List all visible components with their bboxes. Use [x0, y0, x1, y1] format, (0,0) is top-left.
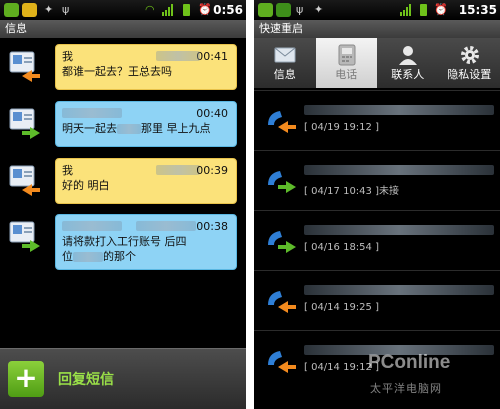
- message-text: 请将款打入工行账号 后四: [62, 235, 187, 248]
- usb-icon: ψ: [296, 3, 304, 16]
- alarm-icon: ⏰: [198, 3, 212, 16]
- android-icon: ✦: [44, 3, 54, 16]
- wifi-icon: ◠: [145, 3, 155, 16]
- watermark-brand: PConline: [368, 352, 451, 373]
- message-bubble: 00:38 请将款打入工行账号 后四 位 的那个: [55, 214, 237, 270]
- message-text: 明天一起去: [62, 122, 117, 135]
- sms-incoming-icon: [9, 108, 40, 139]
- reply-sms-label: 回复短信: [58, 372, 114, 388]
- message-row[interactable]: 00:38 请将款打入工行账号 后四 位 的那个: [0, 210, 246, 270]
- call-log-row[interactable]: [ 04/19 19:12 ]: [254, 90, 500, 148]
- signal-icon: [162, 4, 176, 16]
- call-time: [ 04/16 18:54 ]: [304, 242, 379, 253]
- usb-icon: ψ: [62, 3, 70, 16]
- redacted-text: [62, 108, 122, 118]
- outgoing-call-icon: [268, 351, 296, 373]
- left-phone-screen: ✦ ψ ◠ ⏰ 0:56 信息 我 00:41 都谁一起去？王总去吗 00:40…: [0, 0, 246, 409]
- redacted-text: [156, 165, 200, 175]
- message-bubble: 00:40 明天一起去 那里 早上九点: [55, 101, 237, 147]
- call-time: [ 04/14 19:25 ]: [304, 302, 379, 313]
- tab-messages[interactable]: 信息: [254, 38, 316, 88]
- message-time: 00:39: [196, 164, 228, 177]
- tab-bar: 信息 电话 联系人 隐私设置: [254, 38, 500, 88]
- status-bar: ψ ✦ ⏰ 15:35: [254, 0, 500, 20]
- redacted-caller: [304, 105, 494, 115]
- redacted-text: [117, 124, 141, 134]
- sms-outgoing-icon: [9, 165, 40, 196]
- tab-contacts[interactable]: 联系人: [377, 38, 439, 88]
- watermark-subtitle: 太平洋电脑网: [370, 382, 442, 395]
- battery-icon: [420, 4, 427, 16]
- battery-icon: [183, 4, 190, 16]
- incoming-call-icon: [268, 231, 296, 253]
- app-title: 信息: [0, 20, 246, 38]
- app-title: 快速重启: [254, 20, 500, 38]
- gear-icon: [460, 46, 479, 64]
- message-icon: [274, 47, 296, 63]
- redacted-text: [156, 51, 200, 61]
- app-notification-icon: [258, 3, 273, 17]
- app-notification-icon: [276, 3, 291, 17]
- message-row[interactable]: 00:40 明天一起去 那里 早上九点: [0, 97, 246, 149]
- message-bubble: 我 00:41 都谁一起去？王总去吗: [55, 44, 237, 90]
- message-time: 00:40: [196, 107, 228, 120]
- app-notification-icon: [4, 3, 19, 17]
- message-row[interactable]: 我 00:39 好的 明白: [0, 154, 246, 206]
- call-log-row[interactable]: [ 04/17 10:43 ]未接: [254, 150, 500, 208]
- status-time: 0:56: [213, 3, 243, 17]
- message-text: 位: [62, 250, 73, 263]
- message-row[interactable]: 我 00:41 都谁一起去？王总去吗: [0, 40, 246, 92]
- redacted-caller: [304, 225, 494, 235]
- tab-phone[interactable]: 电话: [315, 38, 377, 88]
- android-icon: ✦: [314, 3, 324, 16]
- outgoing-call-icon: [268, 111, 296, 133]
- contact-person-icon: [399, 46, 417, 65]
- message-bubble: 我 00:39 好的 明白: [55, 158, 237, 204]
- phone-icon: [338, 44, 355, 66]
- missed-call-icon: [268, 171, 296, 193]
- message-time: 00:41: [196, 50, 228, 63]
- redacted-caller: [304, 165, 494, 175]
- pconline-watermark: PConline 太平洋电脑网: [358, 350, 496, 405]
- redacted-caller: [304, 285, 494, 295]
- status-bar: ✦ ψ ◠ ⏰ 0:56: [0, 0, 246, 20]
- redacted-text: [136, 221, 196, 231]
- reply-sms-button[interactable]: + 回复短信: [0, 348, 246, 409]
- sms-outgoing-icon: [9, 51, 40, 82]
- call-log-row[interactable]: [ 04/16 18:54 ]: [254, 210, 500, 268]
- message-text: 好的 明白: [62, 179, 110, 192]
- status-time: 15:35: [458, 3, 497, 17]
- call-log-row[interactable]: [ 04/14 19:25 ]: [254, 270, 500, 328]
- message-text: 的那个: [103, 250, 136, 263]
- redacted-text: [62, 221, 122, 231]
- redacted-text: [73, 252, 103, 262]
- plus-icon: +: [8, 361, 44, 397]
- alarm-icon: ⏰: [434, 3, 448, 16]
- call-time: [ 04/17 10:43 ]未接: [304, 186, 399, 197]
- right-phone-screen: ψ ✦ ⏰ 15:35 快速重启 信息 电话 联系人 隐私设置 [04/19 …: [254, 0, 500, 409]
- tab-privacy-settings[interactable]: 隐私设置: [439, 38, 500, 88]
- call-time: [ 04/19 19:12 ]: [304, 122, 379, 133]
- signal-icon: [400, 4, 414, 16]
- message-time: 00:38: [196, 220, 228, 233]
- message-text: 都谁一起去？王总去吗: [62, 65, 172, 78]
- app-notification-icon: [22, 3, 37, 17]
- message-text: 那里 早上九点: [141, 122, 211, 135]
- sms-incoming-icon: [9, 221, 40, 252]
- outgoing-call-icon: [268, 291, 296, 313]
